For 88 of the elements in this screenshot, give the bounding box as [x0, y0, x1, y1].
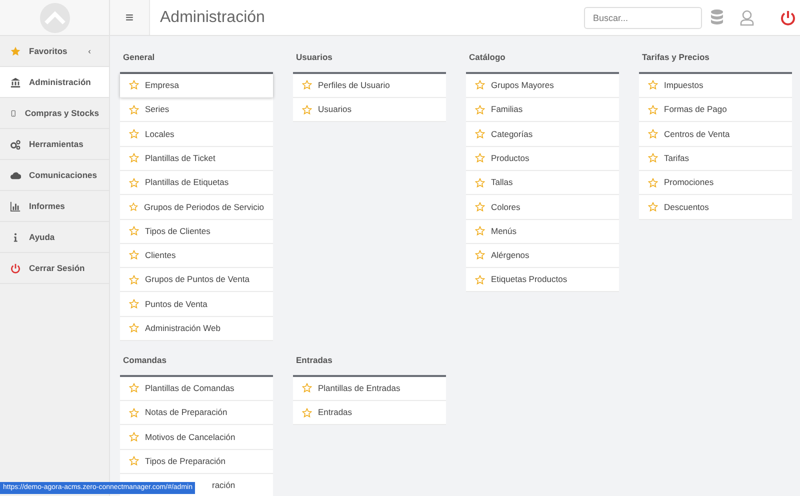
star-icon[interactable] — [129, 80, 139, 90]
star-icon[interactable] — [129, 104, 139, 115]
star-icon[interactable] — [129, 383, 139, 394]
star-icon[interactable] — [648, 104, 658, 115]
star-icon[interactable] — [475, 202, 485, 212]
star-icon[interactable] — [129, 153, 139, 164]
star-icon[interactable] — [475, 274, 485, 285]
menu-item[interactable]: Empresa — [120, 74, 273, 98]
menu-item[interactable]: Locales — [120, 122, 273, 147]
star-icon[interactable] — [648, 178, 658, 188]
star-icon[interactable] — [129, 408, 139, 418]
menu-item[interactable]: Grupos de Puntos de Venta — [120, 268, 273, 292]
menu-item[interactable]: Grupos Mayores — [466, 74, 619, 98]
section-title: General — [123, 51, 156, 64]
menu-item[interactable]: Formas de Pago — [639, 98, 792, 122]
star-icon[interactable] — [302, 383, 312, 394]
menu-item[interactable]: Series — [120, 98, 273, 122]
menu-item[interactable]: Promociones — [639, 170, 792, 196]
menu-item[interactable]: Tipos de Clientes — [120, 220, 273, 244]
menu-item[interactable]: Notas de Preparación — [120, 401, 273, 426]
star-icon[interactable] — [129, 432, 139, 442]
menu-item[interactable]: Grupos de Periodos de Servicio — [120, 195, 273, 220]
search-field[interactable]: Buscar... — [584, 6, 702, 28]
menu-item[interactable]: Motivos de Cancelación — [120, 425, 273, 450]
menu-item[interactable]: Plantillas de Entradas — [293, 376, 446, 402]
section-title: Comandas — [123, 354, 168, 367]
database-icon[interactable] — [710, 8, 724, 26]
star-icon — [10, 46, 21, 56]
star-icon[interactable] — [648, 128, 658, 139]
menu-item[interactable]: Usuarios — [293, 98, 446, 122]
menu-item[interactable]: Entradas — [293, 401, 446, 426]
star-icon[interactable] — [648, 202, 658, 212]
star-icon[interactable] — [129, 299, 139, 310]
star-icon[interactable] — [302, 80, 312, 90]
star-icon[interactable] — [648, 153, 658, 164]
menu-item[interactable]: Centros de Venta — [639, 122, 792, 147]
menu-item[interactable]: Alérgenos — [466, 244, 619, 268]
gears-icon — [10, 138, 21, 150]
star-icon[interactable] — [475, 153, 485, 164]
menu-item[interactable]: Etiquetas Productos — [466, 268, 619, 292]
star-icon[interactable] — [475, 80, 485, 90]
power-icon — [10, 262, 21, 274]
user-icon[interactable] — [740, 10, 754, 26]
power-icon[interactable] — [780, 10, 796, 26]
menu-item[interactable]: Clientes — [120, 244, 273, 268]
star-icon[interactable] — [475, 250, 485, 260]
star-icon[interactable] — [475, 128, 485, 139]
menu-item[interactable]: Perfiles de Usuario — [293, 74, 446, 98]
section-title: Catálogo — [469, 51, 506, 64]
section-title: Usuarios — [296, 51, 334, 64]
star-icon[interactable] — [475, 226, 485, 236]
menu-item[interactable]: Colores — [466, 195, 619, 220]
star-icon[interactable] — [129, 128, 139, 139]
star-icon[interactable] — [475, 104, 485, 115]
section-title: Tarifas y Precios — [642, 51, 710, 64]
star-icon[interactable] — [129, 274, 139, 285]
menu-item[interactable]: Categorías — [466, 122, 619, 147]
star-icon[interactable] — [129, 178, 139, 188]
menu-item[interactable]: Descuentos — [639, 195, 792, 220]
star-icon[interactable] — [129, 323, 139, 334]
star-icon[interactable] — [648, 80, 658, 90]
menu-item[interactable]: Tallas — [466, 170, 619, 196]
bar-chart-icon — [10, 200, 21, 212]
menu-item[interactable]: Menús — [466, 220, 619, 244]
menu-item[interactable]: Familias — [466, 98, 619, 122]
star-icon[interactable] — [302, 408, 312, 418]
menu-item[interactable]: Plantillas de Etiquetas — [120, 170, 273, 196]
menu-item[interactable]: Impuestos — [639, 74, 792, 98]
bank-icon — [10, 76, 21, 88]
menu-item[interactable]: Plantillas de Comandas — [120, 376, 273, 402]
star-icon[interactable] — [129, 456, 139, 466]
menu-item[interactable]: Tarifas — [639, 146, 792, 171]
cloud-icon — [10, 170, 21, 180]
star-icon[interactable] — [475, 178, 485, 188]
star-icon[interactable] — [129, 226, 139, 236]
menu-item[interactable]: Administración Web — [120, 316, 273, 342]
section-title: Entradas — [296, 354, 334, 367]
page-title: Administración — [160, 8, 265, 28]
menu-item[interactable]: Productos — [466, 146, 619, 171]
menu-item[interactable]: Puntos de Venta — [120, 292, 273, 317]
menu-item[interactable]: Plantillas de Ticket — [120, 146, 273, 171]
tablet-icon — [10, 108, 17, 118]
star-icon[interactable] — [129, 250, 139, 260]
star-icon[interactable] — [302, 104, 312, 115]
menu-button[interactable]: ≡ — [110, 0, 150, 35]
sidebar-item[interactable]: Administración — [0, 67, 109, 98]
menu-item[interactable]: Tipos de Preparación — [120, 450, 273, 474]
star-icon[interactable] — [129, 202, 138, 212]
